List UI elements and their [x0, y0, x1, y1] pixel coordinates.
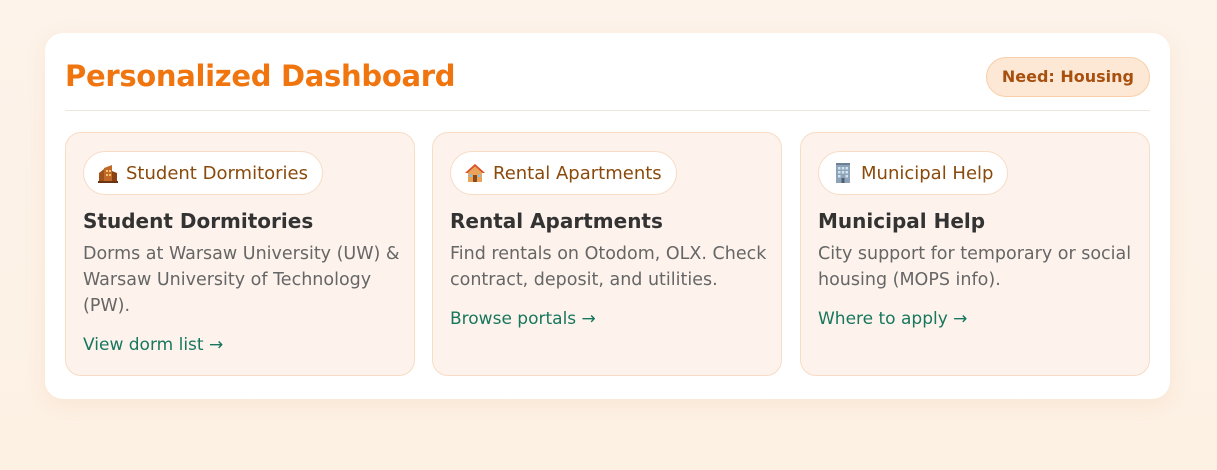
dashboard-panel: Personalized Dashboard Need: Housing Stu…	[45, 33, 1170, 399]
card-title: Municipal Help	[818, 209, 986, 233]
card-title: Rental Apartments	[450, 209, 663, 233]
category-chip: Municipal Help	[818, 151, 1009, 195]
chip-label: Student Dormitories	[126, 162, 308, 184]
page-title: Personalized Dashboard	[65, 59, 456, 93]
card-description: City support for temporary or social hou…	[818, 244, 1132, 290]
category-chip: Rental Apartments	[450, 151, 677, 195]
dashboard-header: Personalized Dashboard Need: Housing	[65, 55, 1150, 111]
category-chip: Student Dormitories	[83, 151, 323, 195]
chip-label: Rental Apartments	[493, 162, 662, 184]
card-grid: Student Dormitories Student Dormitories …	[65, 132, 1150, 376]
card-rental-apartments: Rental Apartments Rental Apartments Find…	[432, 132, 782, 376]
browse-portals-link[interactable]: Browse portals →	[450, 309, 596, 329]
office-building-icon	[831, 161, 855, 185]
house-icon	[463, 161, 487, 185]
card-student-dormitories: Student Dormitories Student Dormitories …	[65, 132, 415, 376]
need-badge: Need: Housing	[985, 57, 1150, 97]
where-to-apply-link[interactable]: Where to apply →	[818, 309, 967, 329]
card-description: Dorms at Warsaw University (UW) & Warsaw…	[83, 244, 400, 316]
chip-label: Municipal Help	[861, 162, 994, 184]
dormitory-icon	[96, 161, 120, 185]
view-dorm-list-link[interactable]: View dorm list →	[83, 335, 223, 355]
card-title: Student Dormitories	[83, 209, 314, 233]
card-description: Find rentals on Otodom, OLX. Check contr…	[450, 244, 767, 290]
card-municipal-help: Municipal Help Municipal Help City suppo…	[800, 132, 1150, 376]
